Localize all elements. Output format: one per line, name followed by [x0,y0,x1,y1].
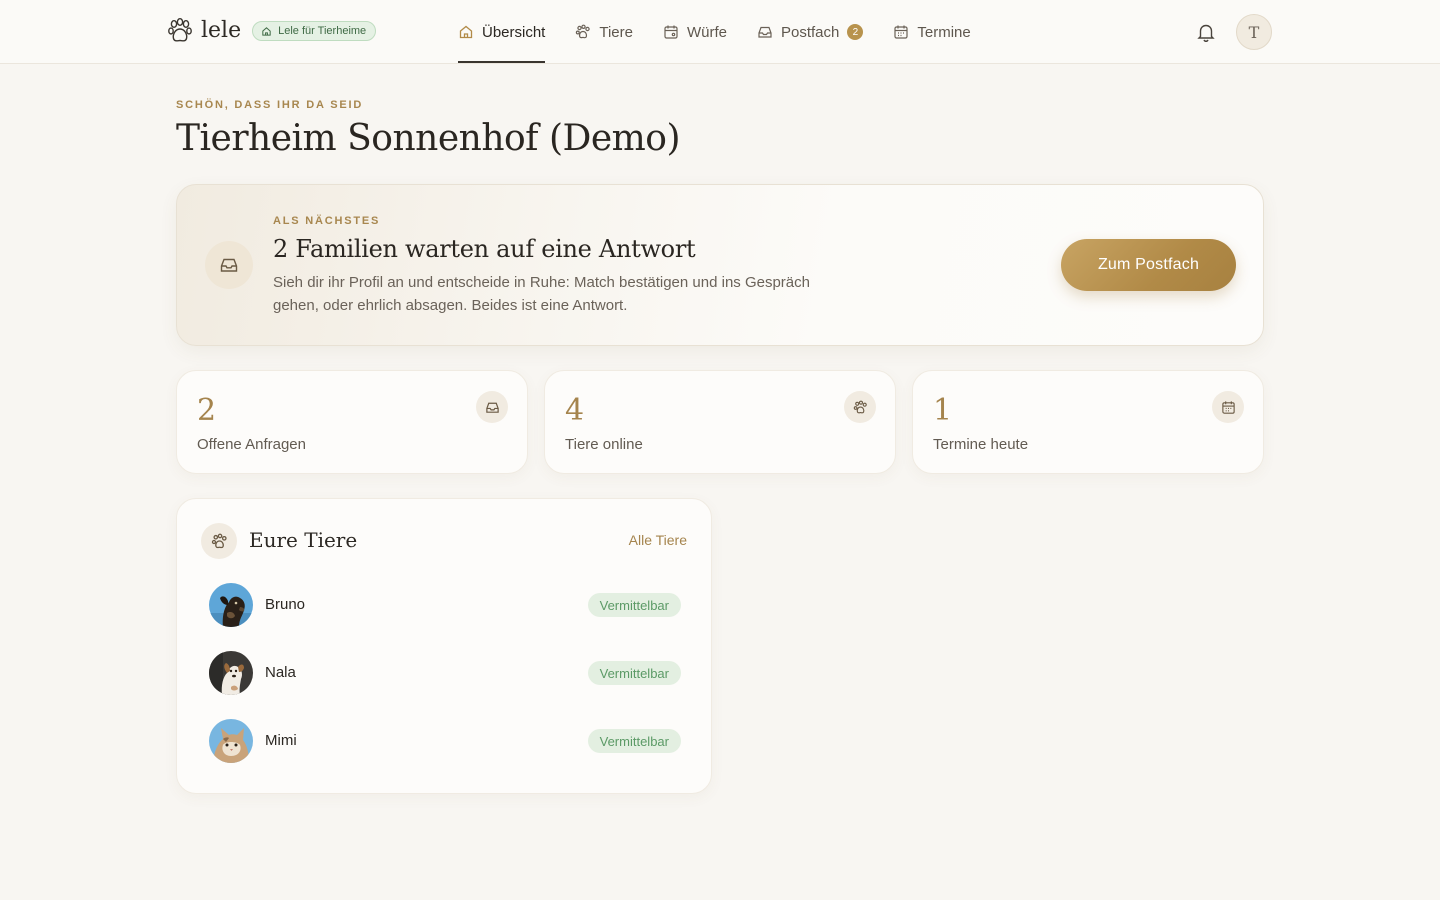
nav-item-tiere[interactable]: Tiere [575,0,633,64]
next-action-eyebrow: ALS NÄCHSTES [273,215,381,227]
stat-card-termine-heute[interactable]: 1 Termine heute [912,370,1264,474]
stat-label: Tiere online [565,436,643,453]
inbox-icon [758,26,772,38]
stat-value: 2 [197,393,217,428]
zum-postfach-button[interactable]: Zum Postfach [1061,239,1236,291]
animals-icon-wrap [201,523,237,559]
animal-row-bruno[interactable]: Bruno Vermittelbar [201,575,689,635]
alle-tiere-link[interactable]: Alle Tiere [629,532,687,548]
calendar-icon [664,25,678,39]
brand[interactable]: lele Lele für Tierheime [168,18,377,44]
stat-value: 1 [933,393,953,428]
animal-name: Mimi [265,732,297,749]
animals-title: Eure Tiere [249,528,358,552]
nav-label: Postfach [781,23,840,41]
postfach-count-badge: 2 [847,24,864,40]
nav-item-wuerfe[interactable]: Würfe [663,0,727,64]
inbox-icon [485,402,499,413]
avatar[interactable]: T [1236,14,1272,50]
dog-photo-icon [209,583,253,627]
next-action-card: ALS NÄCHSTES 2 Familien warten auf eine … [176,184,1264,346]
stat-card-offene-anfragen[interactable]: 2 Offene Anfragen [176,370,528,474]
home-icon [262,26,271,36]
next-action-title: 2 Familien warten auf eine Antwort [273,235,696,263]
paw-icon [576,24,591,39]
calendar-icon [1221,400,1235,414]
inbox-icon [220,258,238,272]
greeting-eyebrow: SCHÖN, DASS IHR DA SEID [176,99,364,111]
nav-item-postfach[interactable]: Postfach 2 [757,0,864,64]
next-action-icon-wrap [205,241,253,289]
main-nav: Übersicht Tiere Würfe Postfach 2 Termine [458,0,1001,64]
stat-icon-wrap [476,391,508,423]
brand-badge: Lele für Tierheime [252,21,377,41]
animal-photo [209,583,253,627]
animal-row-nala[interactable]: Nala Vermittelbar [201,643,689,703]
eure-tiere-card: Eure Tiere Alle Tiere Bruno Vermittelbar [176,498,712,794]
paw-logo-icon [168,18,192,42]
nav-item-termine[interactable]: Termine [893,0,971,64]
brand-badge-label: Lele für Tierheime [278,25,367,37]
page-title: Tierheim Sonnenhof (Demo) [176,118,681,159]
brand-name: lele [201,18,242,43]
animal-photo [209,719,253,763]
cat-photo-icon [209,719,253,763]
paw-icon [211,533,227,548]
calendar-icon [894,25,908,39]
animal-name: Nala [265,664,296,681]
nav-label: Tiere [599,23,633,41]
animal-name: Bruno [265,596,306,613]
stat-value: 4 [565,393,585,428]
nav-label: Würfe [686,23,727,41]
nav-label: Übersicht [482,23,546,41]
top-bar: lele Lele für Tierheime Übersicht Tiere [0,0,1440,64]
stat-card-tiere-online[interactable]: 4 Tiere online [544,370,896,474]
stat-label: Termine heute [933,436,1029,453]
animal-row-mimi[interactable]: Mimi Vermittelbar [201,711,689,771]
nav-item-uebersicht[interactable]: Übersicht [458,0,546,64]
next-action-text: Sieh dir ihr Profil an und entscheide in… [273,274,810,314]
stat-icon-wrap [1212,391,1244,423]
status-badge: Vermittelbar [587,593,681,617]
dog-photo-icon [209,651,253,695]
status-badge: Vermittelbar [587,729,681,753]
stat-label: Offene Anfragen [197,436,306,453]
home-icon [459,25,473,39]
paw-icon [853,400,867,413]
nav-label: Termine [917,23,971,41]
stat-icon-wrap [844,391,876,423]
status-badge: Vermittelbar [587,661,681,685]
bell-icon[interactable] [1195,21,1217,43]
animal-photo [209,651,253,695]
